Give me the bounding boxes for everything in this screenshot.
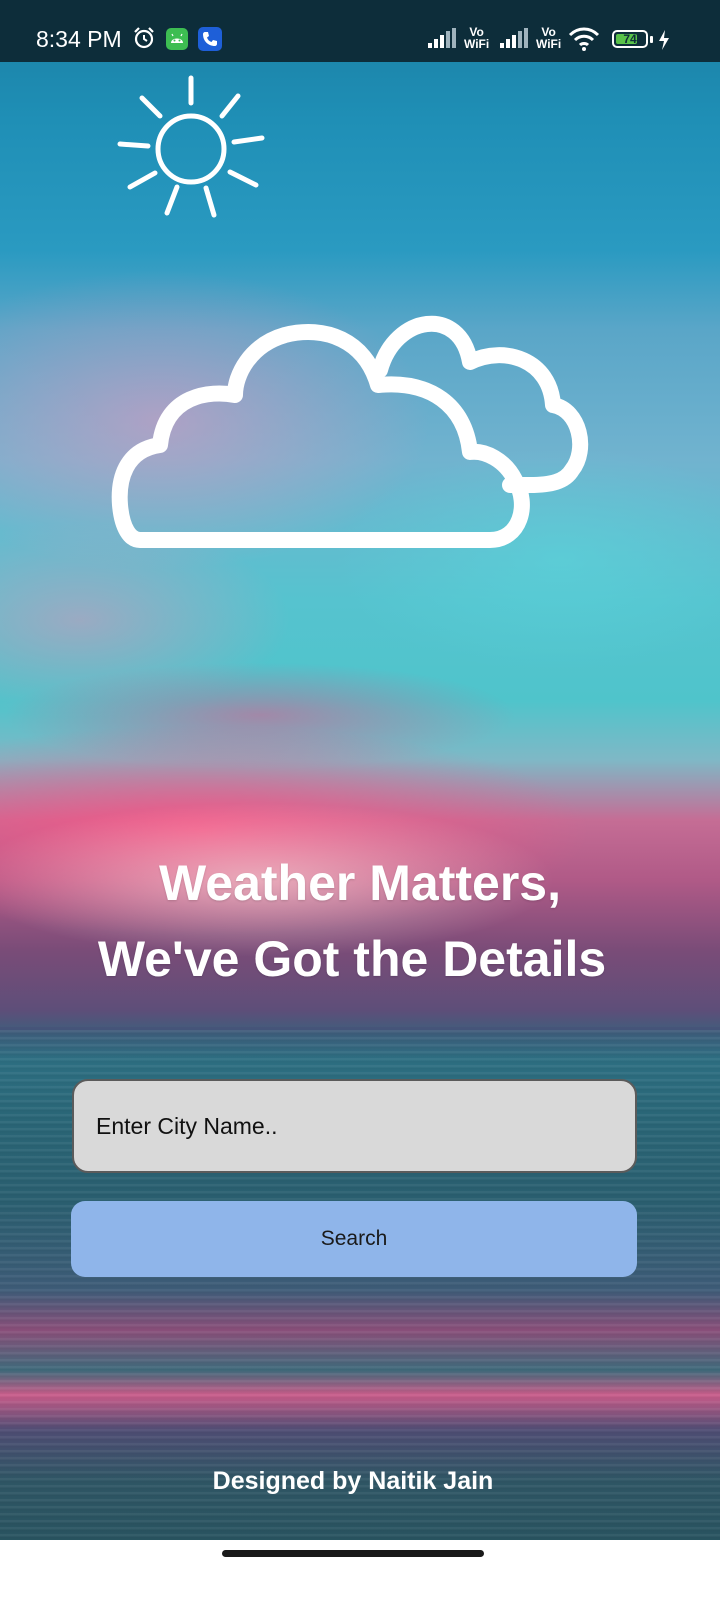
signal-icon xyxy=(500,28,528,48)
wifi-icon xyxy=(568,27,600,51)
android-app-icon xyxy=(166,28,188,50)
sun-icon xyxy=(117,75,265,218)
signal-icon xyxy=(428,28,456,48)
headline-line-1: Weather Matters, xyxy=(159,855,561,911)
vowifi-label: Vo WiFi xyxy=(464,25,490,51)
phone-app-icon xyxy=(198,27,222,51)
battery-level: 74 xyxy=(623,32,637,46)
status-time: 8:34 PM xyxy=(36,26,122,52)
navigation-bar xyxy=(0,1540,720,1600)
alarm-icon xyxy=(134,27,154,49)
status-bar: 8:34 PM Vo WiFi Vo WiFi 74 xyxy=(0,0,720,62)
battery-icon: 74 xyxy=(612,30,648,48)
search-button[interactable]: Search xyxy=(71,1201,637,1277)
battery-cap xyxy=(650,36,653,43)
designer-credit: Designed by Naitik Jain xyxy=(212,1467,494,1495)
city-name-input[interactable] xyxy=(72,1079,637,1173)
headline-line-2: We've Got the Details xyxy=(97,931,607,987)
cloud-icon xyxy=(111,315,589,548)
charging-icon xyxy=(659,30,669,50)
home-indicator[interactable] xyxy=(222,1550,484,1557)
vowifi-label: Vo WiFi xyxy=(536,25,562,51)
